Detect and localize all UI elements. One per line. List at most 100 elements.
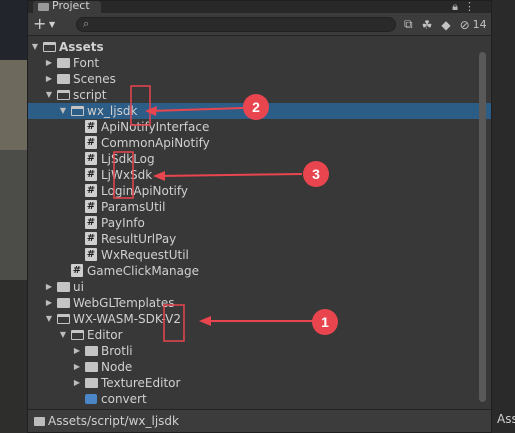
project-toolbar: + ▼ ⌕ ⧉ ☘ ◆ ⊘ 14: [28, 13, 491, 36]
folder-icon: [85, 346, 98, 356]
tree-item-label: Node: [101, 360, 133, 374]
chevron-right-icon[interactable]: ▶: [72, 375, 82, 391]
tree-item-folder[interactable]: ▶ Brotli: [28, 343, 491, 359]
folder-icon: [85, 378, 98, 388]
tree-item-script[interactable]: # ParamsUtil: [28, 199, 491, 215]
kebab-menu-icon[interactable]: ⋮: [464, 0, 481, 13]
csharp-script-icon: #: [85, 168, 97, 181]
chevron-down-icon[interactable]: ▼: [30, 39, 40, 55]
tree-item-folder[interactable]: ▶ TextureEditor: [28, 375, 491, 391]
tree-item-folder[interactable]: ▶ ui: [28, 279, 491, 295]
tree-item-script[interactable]: # GameClickManage: [28, 263, 491, 279]
tree-item-folder[interactable]: ▶ Font: [28, 55, 491, 71]
tree-item-label: CommonApiNotify: [101, 136, 210, 150]
tree-item-label: ApiNotifyInterface: [101, 120, 210, 134]
scrollbar-thumb[interactable]: [479, 52, 486, 402]
csharp-script-icon: #: [85, 120, 97, 133]
tree-item-folder[interactable]: ▶ Scenes: [28, 71, 491, 87]
hidden-packages-icon[interactable]: ⊘: [460, 18, 470, 32]
tree-item-script[interactable]: # LjSdkLog: [28, 151, 491, 167]
project-window: Project 🔒︎⋮ + ▼ ⌕ ⧉ ☘ ◆ ⊘ 14 ▼ Assets ▶ Font…: [27, 0, 492, 433]
tree-item-label: ParamsUtil: [101, 200, 166, 214]
search-input[interactable]: ⌕: [76, 17, 396, 32]
csharp-script-icon: #: [71, 264, 83, 277]
path-bar: Assets/script/wx_ljsdk: [28, 409, 491, 432]
tree-item-label: Assets: [59, 40, 104, 54]
tree-item-script[interactable]: # ResultUrlPay: [28, 231, 491, 247]
csharp-script-icon: #: [85, 248, 97, 261]
chevron-right-icon[interactable]: ▶: [44, 55, 54, 71]
folder-open-icon: [57, 314, 70, 324]
search-icon: ⌕: [83, 17, 90, 30]
tree-item-label: Brotli: [101, 344, 133, 358]
chevron-down-icon[interactable]: ▼: [58, 327, 68, 343]
csharp-script-icon: #: [85, 136, 97, 149]
adjacent-panel-label: Ass: [497, 412, 515, 426]
tab-project[interactable]: Project: [33, 0, 101, 13]
tree-item-label: LoginApiNotify: [101, 184, 189, 198]
tree-item-folder[interactable]: ▼ script: [28, 87, 491, 103]
search-by-type-icon[interactable]: ⧉: [404, 17, 413, 32]
tree-item-script[interactable]: # PayInfo: [28, 215, 491, 231]
hidden-count: 14: [472, 18, 487, 31]
tree-item-label: wx_ljsdk: [87, 104, 138, 118]
chevron-down-icon[interactable]: ▼: [44, 311, 54, 327]
tree-item-script[interactable]: # CommonApiNotify: [28, 135, 491, 151]
tree-item-asset[interactable]: convert: [28, 391, 491, 407]
folder-open-icon: [71, 106, 84, 116]
tree-item-label: LjSdkLog: [101, 152, 155, 166]
csharp-script-icon: #: [85, 184, 97, 197]
tree-item-label: WebGLTemplates: [73, 296, 175, 310]
folder-icon: [38, 3, 49, 11]
tree-item-label: Scenes: [73, 72, 116, 86]
tree-item-label: Editor: [87, 328, 123, 342]
scene-view-background: [0, 0, 27, 433]
tree-item-folder[interactable]: ▼ Assets: [28, 39, 491, 55]
chevron-down-icon[interactable]: ▼: [58, 103, 68, 119]
current-path: Assets/script/wx_ljsdk: [48, 414, 179, 428]
lock-icon[interactable]: 🔒︎: [452, 0, 464, 13]
tree-item-label: Font: [73, 56, 100, 70]
chevron-right-icon[interactable]: ▶: [44, 71, 54, 87]
tree-item-script[interactable]: # LoginApiNotify: [28, 183, 491, 199]
chevron-right-icon[interactable]: ▶: [72, 343, 82, 359]
tree-item-label: script: [73, 88, 107, 102]
create-button[interactable]: + ▼: [33, 16, 60, 33]
folder-open-icon: [57, 90, 70, 100]
tab-bar: Project 🔒︎⋮: [28, 0, 491, 13]
csharp-script-icon: #: [85, 232, 97, 245]
tree-item-folder[interactable]: ▼ WX-WASM-SDK-V2: [28, 311, 491, 327]
chevron-right-icon[interactable]: ▶: [44, 295, 54, 311]
tree-item-script[interactable]: # ApiNotifyInterface: [28, 119, 491, 135]
asset-icon: [85, 394, 97, 404]
folder-icon: [34, 417, 45, 426]
adjacent-panel: Ass: [492, 0, 515, 433]
tree-item-label: GameClickManage: [87, 264, 199, 278]
tree-item-folder[interactable]: ▼ Editor: [28, 327, 491, 343]
folder-icon: [57, 58, 70, 68]
tree-item-label: convert: [101, 392, 147, 406]
chevron-down-icon[interactable]: ▼: [44, 87, 54, 103]
csharp-script-icon: #: [85, 200, 97, 213]
tree-item-folder[interactable]: ▶ WebGLTemplates: [28, 295, 491, 311]
tree-item-script[interactable]: # LjWxSdk: [28, 167, 491, 183]
unity-editor-root: Project 🔒︎⋮ + ▼ ⌕ ⧉ ☘ ◆ ⊘ 14 ▼ Assets ▶ Font…: [0, 0, 515, 433]
folder-open-icon: [71, 330, 84, 340]
tree-item-label: ui: [73, 280, 84, 294]
tab-label: Project: [52, 0, 90, 12]
tree-item-label: LjWxSdk: [101, 168, 153, 182]
tree-item-label: WX-WASM-SDK-V2: [73, 312, 181, 326]
filter-by-label-icon[interactable]: ☘: [422, 18, 433, 32]
vertical-scrollbar[interactable]: [476, 37, 488, 409]
chevron-right-icon[interactable]: ▶: [72, 359, 82, 375]
tag-icon[interactable]: ◆: [441, 18, 450, 32]
tree-item-script[interactable]: # WxRequestUtil: [28, 247, 491, 263]
csharp-script-icon: #: [85, 216, 97, 229]
tree-item-folder[interactable]: ▼ wx_ljsdk: [28, 103, 491, 119]
tree-item-label: TextureEditor: [101, 376, 181, 390]
tree-item-label: ResultUrlPay: [101, 232, 177, 246]
chevron-right-icon[interactable]: ▶: [44, 279, 54, 295]
folder-icon: [57, 74, 70, 84]
tree-item-folder[interactable]: ▶ Node: [28, 359, 491, 375]
csharp-script-icon: #: [85, 152, 97, 165]
